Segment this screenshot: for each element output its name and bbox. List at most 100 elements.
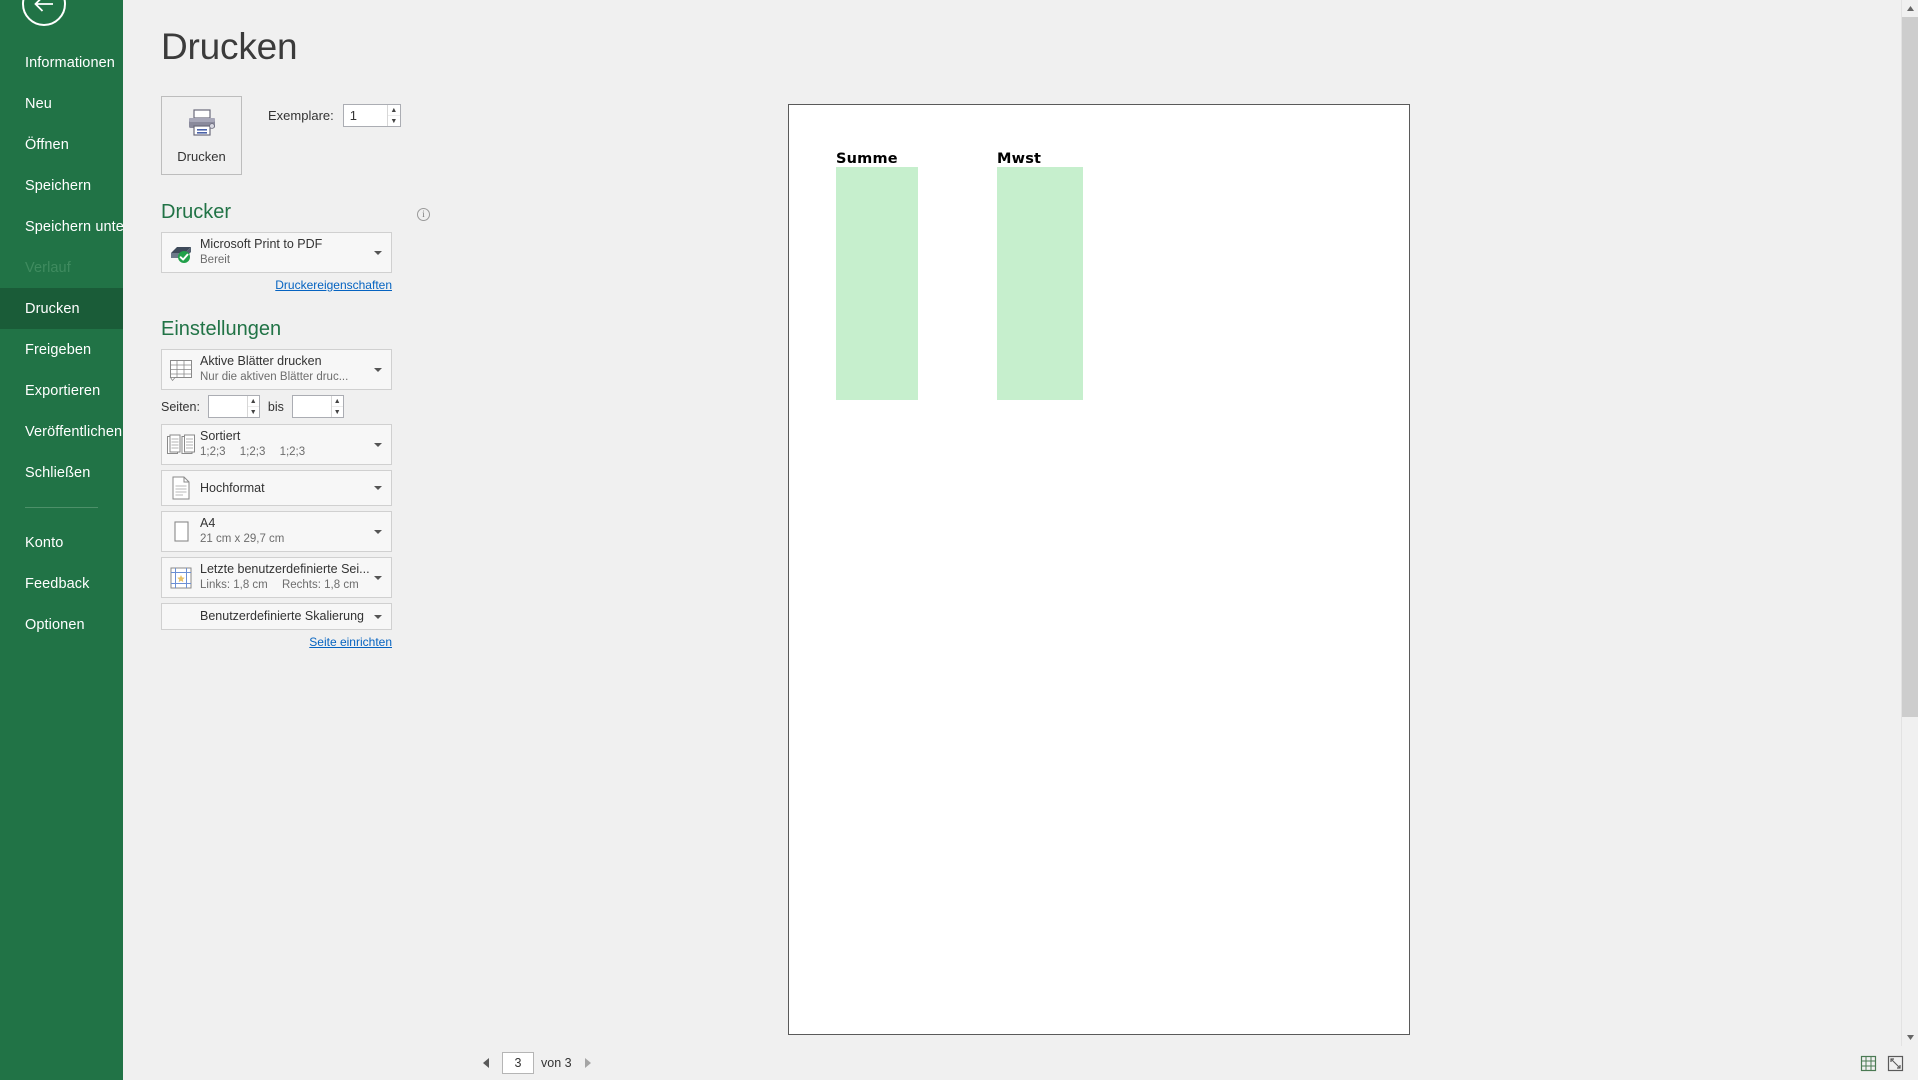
print-settings-pane: Drucken Drucken Exemplare: 1 ▲ ▼ Drucker… <box>123 0 438 1080</box>
page-from-input[interactable] <box>208 396 247 417</box>
page-from-spinner-buttons: ▲ ▼ <box>246 396 259 417</box>
printer-section-heading: Drucker i <box>161 201 438 224</box>
scaling-text: Benutzerdefinierte Skalierung <box>200 609 391 624</box>
collation-seq-1: 1;2;3 <box>200 446 226 458</box>
prev-page-icon[interactable] <box>477 1054 495 1072</box>
sidebar-item-speichern[interactable]: Speichern <box>0 165 123 206</box>
page-total-label: von 3 <box>541 1056 572 1070</box>
settings-heading-label: Einstellungen <box>161 318 282 340</box>
sidebar-item-verlauf: Verlauf <box>0 247 123 288</box>
worksheet-icon <box>162 358 200 382</box>
print-button-label: Drucken <box>177 148 226 164</box>
sidebar-item-veroeffentlichen[interactable]: Veröffentlichen <box>0 411 123 452</box>
scrollbar-thumb[interactable] <box>1902 17 1918 717</box>
collation-seq-3: 1;2;3 <box>279 446 306 458</box>
print-what-subtitle: Nur die aktiven Blätter druc... <box>200 371 349 383</box>
scroll-down-glyph <box>1907 1035 1914 1040</box>
sidebar-item-label: Speichern <box>25 177 92 194</box>
paper-size-select[interactable]: A4 21 cm x 29,7 cm <box>161 511 392 552</box>
page-title: Drucken <box>161 26 298 67</box>
page-to-stepper[interactable]: ▲ ▼ <box>291 395 344 418</box>
pages-to-label: bis <box>267 399 284 414</box>
margins-text: Letzte benutzerdefinierte Sei... Links: … <box>200 562 391 593</box>
bar-summe <box>836 167 918 400</box>
orientation-select[interactable]: Hochformat <box>161 470 392 506</box>
sidebar-item-oeffnen[interactable]: Öffnen <box>0 124 123 165</box>
sidebar-item-label: Veröffentlichen <box>25 423 123 440</box>
paper-size-icon <box>162 519 200 545</box>
preview-zoom-controls <box>1860 1055 1904 1072</box>
page-number-input[interactable] <box>503 1055 533 1071</box>
sidebar-item-label: Exportieren <box>25 382 101 399</box>
chevron-down-icon <box>374 614 382 619</box>
zoom-to-page-glyph <box>1887 1055 1904 1072</box>
settings-section-heading: Einstellungen <box>161 318 438 341</box>
bar-mwst <box>997 167 1083 400</box>
sidebar-item-konto[interactable]: Konto <box>0 522 123 563</box>
sidebar-item-drucken[interactable]: Drucken <box>0 288 123 329</box>
zoom-to-page-icon[interactable] <box>1887 1055 1904 1072</box>
page-number-field[interactable] <box>502 1052 534 1074</box>
sidebar-item-label: Neu <box>25 95 52 112</box>
sidebar-item-informationen[interactable]: Informationen <box>0 42 123 83</box>
next-page-icon[interactable] <box>579 1054 597 1072</box>
copies-label: Exemplare: <box>268 108 334 123</box>
chevron-down-icon <box>374 250 382 255</box>
collation-seq-2: 1;2;3 <box>239 446 266 458</box>
printer-status: Bereit <box>200 254 231 266</box>
printer-properties-link[interactable]: Druckereigenschaften <box>161 278 392 292</box>
portrait-page-glyph <box>172 476 190 500</box>
sidebar-item-feedback[interactable]: Feedback <box>0 563 123 604</box>
page-from-decrement-button[interactable]: ▼ <box>248 407 259 417</box>
preview-vertical-scrollbar[interactable] <box>1901 0 1918 1046</box>
chevron-down-icon <box>374 367 382 372</box>
collate-icon <box>162 433 200 457</box>
worksheet-glyph <box>169 359 192 381</box>
sidebar-item-optionen[interactable]: Optionen <box>0 604 123 645</box>
paper-size-text: A4 21 cm x 29,7 cm <box>200 516 391 547</box>
printer-glyph <box>188 108 215 136</box>
printer-select-text: Microsoft Print to PDF Bereit <box>200 237 391 268</box>
margin-left-value: Links: 1,8 cm <box>200 579 268 591</box>
print-button[interactable]: Drucken <box>161 96 242 175</box>
collation-select[interactable]: Sortiert 1;2;3 1;2;3 1;2;3 <box>161 424 392 465</box>
scroll-down-arrow-icon[interactable] <box>1902 1029 1918 1046</box>
page-navigator: von 3 <box>477 1052 597 1074</box>
page-from-increment-button[interactable]: ▲ <box>247 396 259 407</box>
sidebar-item-label: Informationen <box>25 54 115 71</box>
info-icon[interactable]: i <box>417 208 430 221</box>
back-arrow-glyph <box>34 0 53 12</box>
sidebar-item-neu[interactable]: Neu <box>0 83 123 124</box>
prev-page-glyph <box>483 1058 489 1068</box>
margin-right-value: Rechts: 1,8 cm <box>281 579 359 591</box>
scroll-up-arrow-icon[interactable] <box>1902 0 1918 17</box>
page-to-increment-button[interactable]: ▲ <box>331 396 343 407</box>
sidebar-item-freigeben[interactable]: Freigeben <box>0 329 123 370</box>
page-to-spinner-buttons: ▲ ▼ <box>330 396 343 417</box>
page-to-input[interactable] <box>292 396 331 417</box>
copies-decrement-button[interactable]: ▼ <box>388 116 400 126</box>
page-setup-link[interactable]: Seite einrichten <box>161 635 392 649</box>
scaling-select[interactable]: Benutzerdefinierte Skalierung <box>161 603 392 630</box>
chevron-down-icon <box>374 486 382 490</box>
print-what-select[interactable]: Aktive Blätter drucken Nur die aktiven B… <box>161 349 392 390</box>
scroll-up-glyph <box>1907 6 1914 11</box>
margins-select[interactable]: Letzte benutzerdefinierte Sei... Links: … <box>161 557 392 598</box>
sidebar-item-schliessen[interactable]: Schließen <box>0 452 123 493</box>
copies-increment-button[interactable]: ▲ <box>388 105 400 116</box>
sidebar-item-speichern-unter[interactable]: Speichern unter <box>0 206 129 247</box>
chevron-down-icon <box>374 575 382 580</box>
paper-size-subtitle: 21 cm x 29,7 cm <box>200 533 285 545</box>
copies-stepper[interactable]: ▲ ▼ <box>342 104 401 127</box>
copies-input[interactable] <box>343 105 387 126</box>
page-to-decrement-button[interactable]: ▼ <box>332 407 343 417</box>
sidebar-item-label: Schließen <box>25 464 91 481</box>
sidebar-item-exportieren[interactable]: Exportieren <box>0 370 123 411</box>
paper-size-glyph <box>174 520 189 542</box>
paper-size-title: A4 <box>200 516 216 530</box>
printer-select[interactable]: Microsoft Print to PDF Bereit <box>161 232 392 273</box>
collation-text: Sortiert 1;2;3 1;2;3 1;2;3 <box>200 429 391 460</box>
printer-icon <box>185 108 219 143</box>
show-margins-icon[interactable] <box>1860 1055 1877 1072</box>
page-from-stepper[interactable]: ▲ ▼ <box>207 395 260 418</box>
